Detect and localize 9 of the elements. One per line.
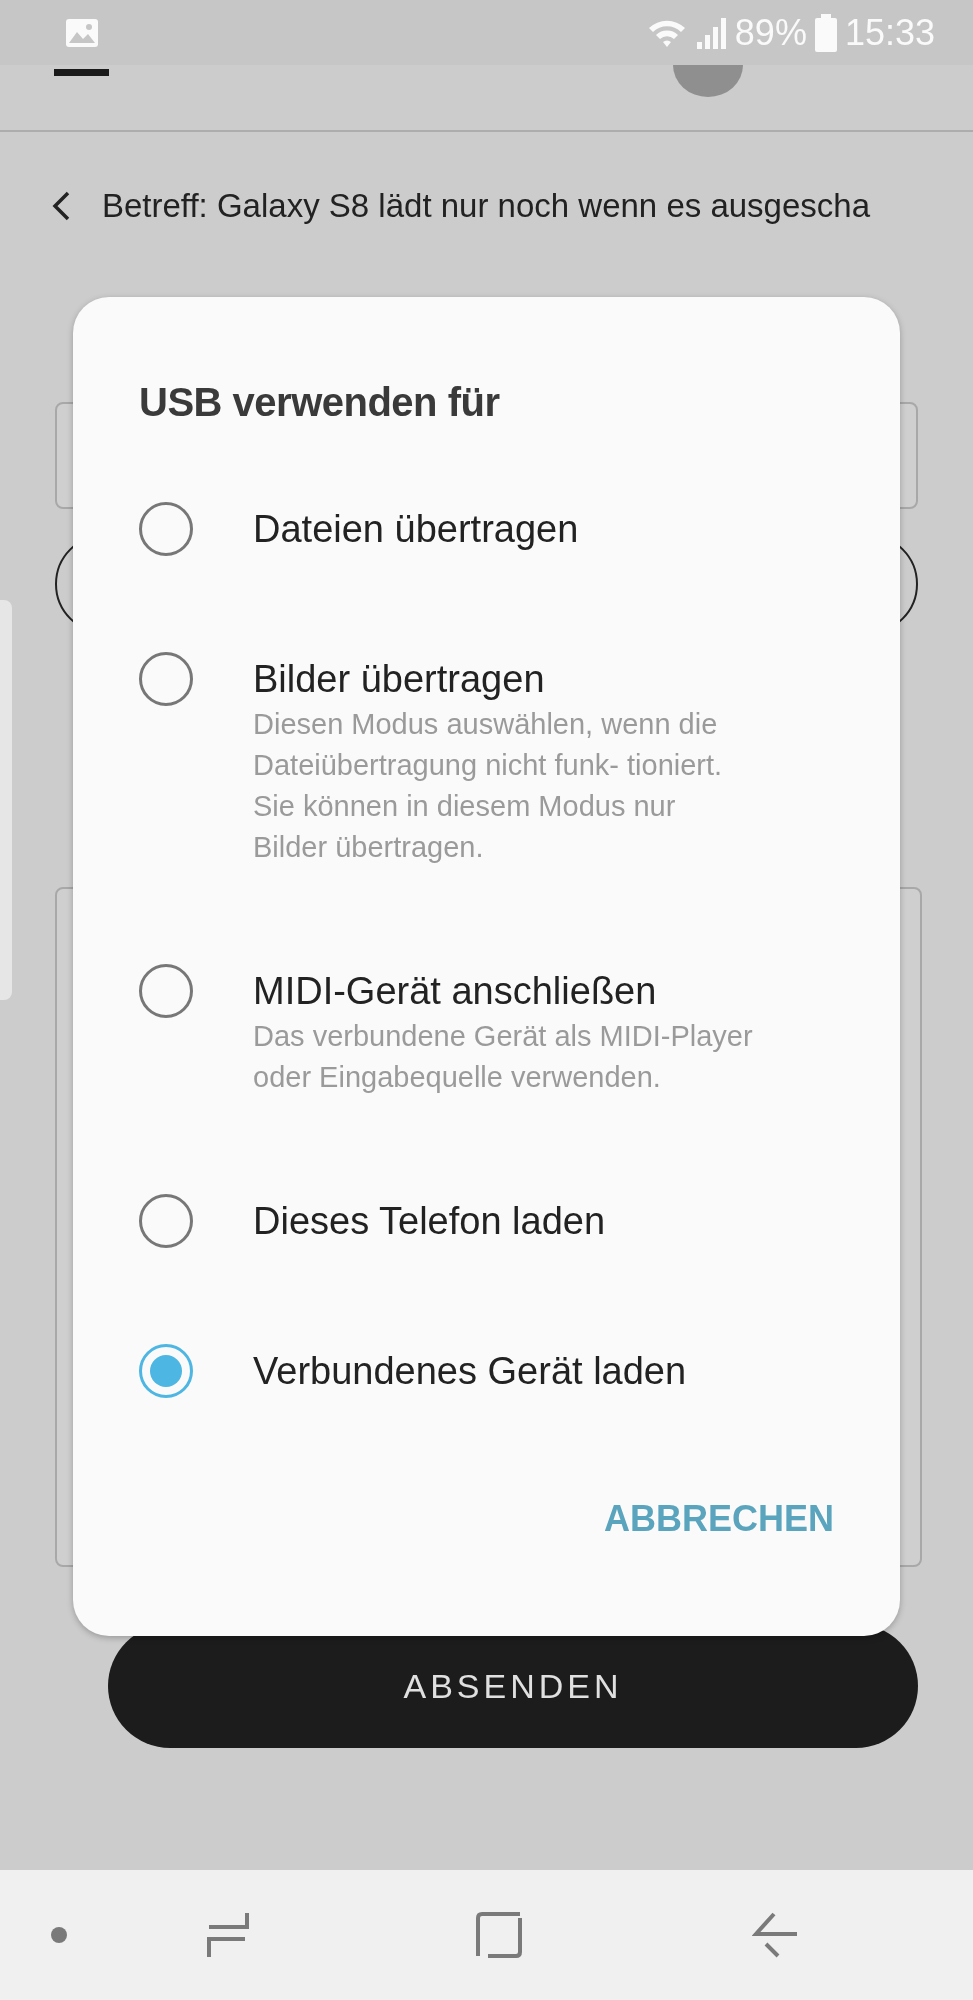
option-description: Das verbundene Gerät als MIDI-Player oder Eingabequelle verwenden. [253, 1019, 753, 1095]
subject-title: Betreff: Galaxy S8 lädt nur noch wenn es ausgescha [102, 186, 871, 227]
option-label[interactable]: Dateien übertragen [253, 504, 579, 554]
dialog-title: USB verwenden für [139, 379, 501, 426]
option-description: Diesen Modus auswählen, wenn die Dateiübertragung nicht funk- tioniert. Sie können in diesem Modus nur Bilder übertragen. [253, 707, 724, 865]
option-label[interactable]: Verbundenes Gerät laden [253, 1346, 687, 1396]
option-label[interactable]: Bilder übertragen [253, 654, 753, 704]
option-label[interactable]: Dieses Telefon laden [253, 1196, 606, 1246]
option-label[interactable]: MIDI-Gerät anschließen [253, 966, 753, 1016]
